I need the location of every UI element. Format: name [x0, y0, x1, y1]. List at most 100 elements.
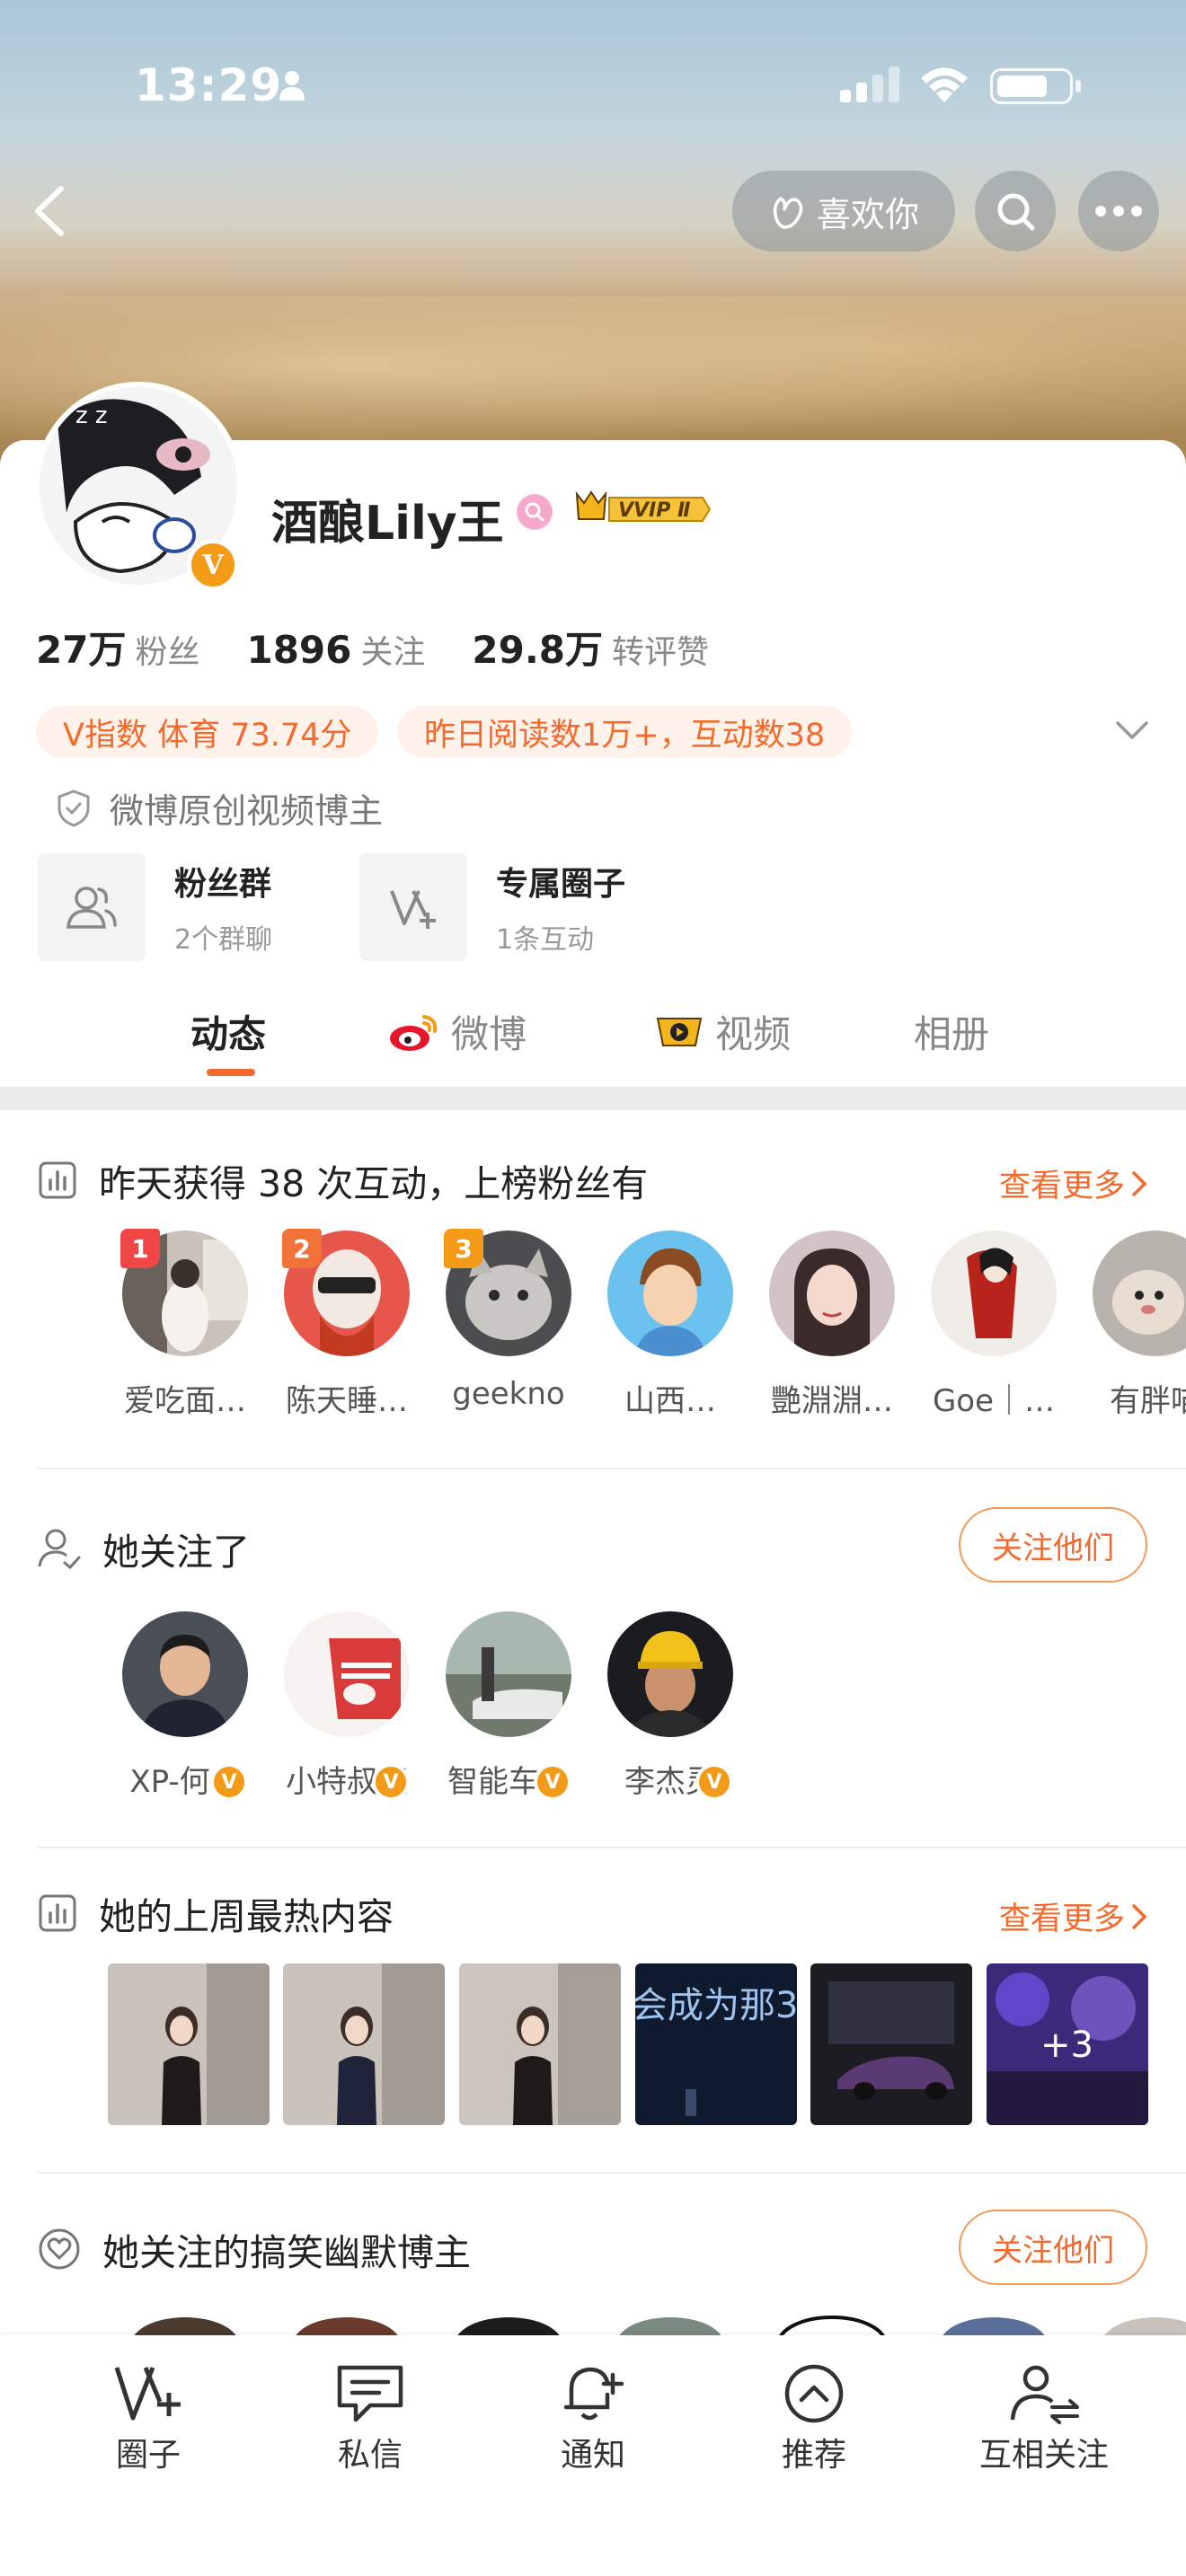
verified-badge: V — [534, 1763, 571, 1801]
followed-user[interactable]: V 智能车… — [446, 1611, 571, 1801]
hot-see-more-link[interactable]: 查看更多 — [999, 1893, 1148, 1939]
chevron-down-icon[interactable] — [1114, 719, 1150, 742]
like-you-label: 喜欢你 — [816, 194, 919, 234]
vvip-label: VVIP Ⅱ — [618, 499, 691, 522]
following-section-title: 她关注了 — [38, 1522, 250, 1575]
tab-bar-messages[interactable]: 私信 — [298, 2362, 442, 2475]
fan-avatar — [607, 1231, 733, 1356]
thumbnail-text: 会成为那3% — [635, 1985, 797, 2026]
fan-item[interactable]: 有胖喵 — [1093, 1231, 1186, 1420]
tab-weibo[interactable]: 微博 — [388, 1004, 527, 1059]
hot-thumbnail[interactable]: +3 — [987, 1963, 1148, 2125]
hot-section-text: 她的上周最热内容 — [99, 1895, 394, 1938]
search-icon — [997, 193, 1035, 231]
fan-name: 陈天睡… — [286, 1383, 408, 1419]
chart-bars-icon — [39, 1161, 76, 1199]
v-index-tag[interactable]: V指数 体育 73.74分 — [36, 706, 379, 758]
wifi-icon — [921, 67, 968, 102]
bottom-tab-bar: 圈子 私信 通知 推荐 互相关注 — [0, 2335, 1186, 2576]
fan-item[interactable]: 2 陈天睡… — [282, 1229, 410, 1420]
fan-item[interactable]: Goe｜… — [931, 1231, 1057, 1420]
tab-bar-mutual-follow-label: 互相关注 — [978, 2437, 1109, 2474]
tab-bar-recommend[interactable]: 推荐 — [742, 2362, 886, 2475]
search-button[interactable] — [975, 171, 1056, 251]
tab-bar-circles[interactable]: 圈子 — [76, 2362, 220, 2475]
fan-name: 有胖喵 — [1110, 1383, 1186, 1419]
circle-v-plus-icon — [390, 890, 436, 929]
verification-text: 微博原创视频博主 — [110, 791, 384, 831]
tab-bar-recommend-label: 推荐 — [781, 2437, 846, 2474]
fans-see-more-label: 查看更多 — [998, 1169, 1125, 1204]
fan-avatar — [1093, 1231, 1186, 1356]
back-button[interactable] — [27, 180, 81, 243]
chevron-left-icon — [35, 186, 64, 236]
following-label[interactable]: 关注 — [360, 626, 425, 673]
tab-feed[interactable]: 动态 — [190, 1004, 266, 1059]
fans-see-more-link[interactable]: 查看更多 — [999, 1160, 1148, 1206]
hot-thumbnail[interactable] — [810, 1963, 972, 2125]
tab-bar-circles-label: 圈子 — [115, 2437, 181, 2474]
followed-avatar — [446, 1611, 571, 1737]
fans-section-text: 昨天获得 38 次互动，上榜粉丝有 — [99, 1162, 649, 1205]
reads-tag[interactable]: 昨日阅读数1万+，互动数38 — [397, 706, 853, 758]
verified-badge: V — [187, 539, 239, 591]
hot-thumbnail[interactable] — [283, 1963, 445, 2125]
reposts-label: 转评赞 — [612, 634, 710, 671]
fans-label[interactable]: 粉丝 — [135, 626, 199, 673]
followed-user[interactable]: V 李杰灵 — [607, 1611, 733, 1801]
verified-badge: V — [210, 1763, 248, 1801]
followed-avatar — [122, 1611, 248, 1737]
section-separator — [0, 1087, 1186, 1110]
rank-badge: 2 — [282, 1229, 322, 1268]
hot-thumbnail[interactable]: 会成为那3% — [635, 1963, 797, 2125]
like-you-button[interactable]: 喜欢你 — [732, 171, 955, 251]
extra-count: +3 — [1040, 2025, 1093, 2066]
status-bar: 13:29 — [0, 54, 1186, 117]
profile-stats: 27万 粉丝 1896 关注 29.8万 转评赞 — [36, 620, 756, 675]
chart-bars-icon — [39, 1894, 76, 1932]
fan-item[interactable]: 1 爱吃面… — [120, 1229, 248, 1420]
person-check-icon — [38, 1529, 81, 1570]
circle-v-plus-icon — [114, 2367, 181, 2421]
followed-user[interactable]: V XP-何… — [122, 1611, 248, 1801]
fan-name: geekno — [452, 1376, 565, 1412]
tab-feed-label: 动态 — [190, 1012, 267, 1056]
tab-video[interactable]: 视频 — [654, 1004, 791, 1059]
hot-thumbnail[interactable] — [459, 1963, 621, 2125]
shield-icon — [58, 789, 90, 827]
fan-name: 山西… — [624, 1383, 716, 1419]
verified-badge: V — [695, 1763, 733, 1801]
search-medal-icon[interactable] — [517, 494, 553, 530]
tab-album[interactable]: 相册 — [914, 1004, 989, 1059]
chevron-right-icon — [1132, 1170, 1147, 1196]
hot-section-title: 她的上周最热内容 — [38, 1886, 394, 1940]
funny-section-text: 她关注的搞笑幽默博主 — [102, 2231, 471, 2274]
tab-bar-notifications[interactable]: 通知 — [521, 2362, 665, 2475]
exclusive-circle-entry[interactable]: 专属圈子 1条互动 — [359, 853, 625, 961]
fan-name: Goe｜… — [932, 1383, 1056, 1419]
fans-count[interactable]: 27万 — [36, 620, 126, 675]
fan-item[interactable]: 3 geekno — [444, 1229, 571, 1412]
more-options-button[interactable] — [1078, 171, 1159, 251]
hand-heart-icon — [773, 197, 803, 229]
followed-user[interactable]: V 小特叔叔 — [284, 1611, 410, 1801]
fan-groups-entry[interactable]: 粉丝群 2个群聊 — [38, 853, 272, 961]
circle-sub: 1条互动 — [496, 924, 595, 956]
fan-item[interactable]: 艷淵淵… — [769, 1231, 895, 1420]
hot-thumbnail[interactable] — [108, 1963, 270, 2125]
bell-plus-icon — [563, 2367, 624, 2421]
fan-item[interactable]: 山西… — [607, 1231, 733, 1420]
weibo-icon — [390, 1014, 438, 1051]
follow-them-button[interactable]: 关注他们 — [959, 1507, 1147, 1583]
vvip-badge[interactable]: VVIP Ⅱ — [568, 487, 712, 532]
rank-badge: 3 — [444, 1229, 483, 1268]
group-icon — [66, 887, 117, 929]
status-time: 13:29 — [135, 59, 283, 111]
follow-funny-button[interactable]: 关注他们 — [959, 2210, 1147, 2285]
funny-section-title: 她关注的搞笑幽默博主 — [38, 2222, 471, 2276]
tab-bar-mutual-follow[interactable]: 互相关注 — [963, 2362, 1125, 2475]
reposts-count: 29.8万 — [472, 628, 604, 672]
following-count[interactable]: 1896 — [246, 628, 351, 672]
hot-see-more-label: 查看更多 — [998, 1901, 1125, 1937]
circle-title: 专属圈子 — [496, 866, 626, 903]
